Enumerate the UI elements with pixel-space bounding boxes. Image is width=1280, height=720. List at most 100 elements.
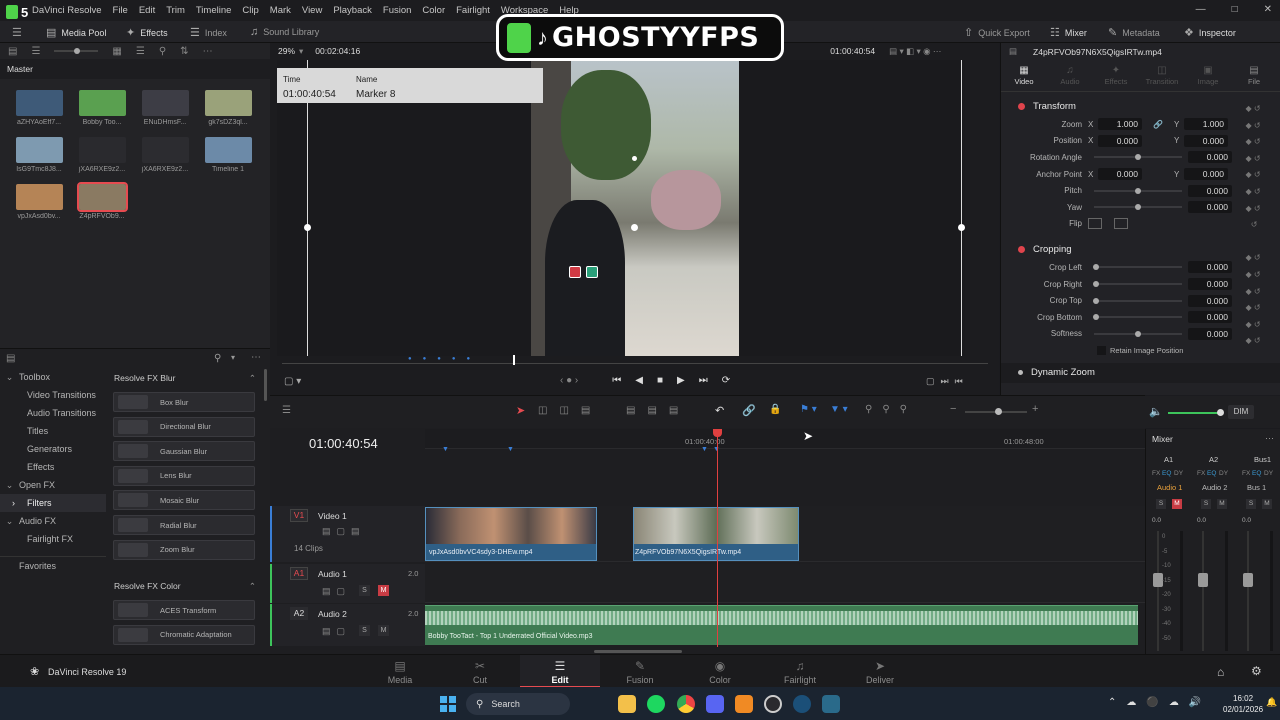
notification-icon[interactable]: 🔔	[1266, 697, 1277, 708]
bin-list-icon[interactable]: ☰	[31, 46, 40, 57]
flip-vertical-icon[interactable]	[1114, 218, 1128, 230]
zoom-x-field[interactable]: 1.000	[1098, 118, 1142, 131]
mute-button[interactable]: M	[1262, 499, 1272, 509]
effect-item[interactable]: Directional Blur	[113, 416, 255, 437]
menu-fairlight[interactable]: Fairlight	[456, 5, 490, 16]
media-clip[interactable]: Z4pRFVOb9...	[76, 182, 128, 220]
tray-icons[interactable]: ⌃☁⚫☁🔊	[1108, 697, 1211, 708]
mute-button[interactable]: M	[1217, 499, 1227, 509]
effect-item[interactable]: Lens Blur	[113, 465, 255, 486]
track-header-a1[interactable]: A1 Audio 1 2.0 ▤▢ S M	[270, 564, 425, 603]
skip-start-icon[interactable]: ⏮	[612, 375, 621, 386]
page-media[interactable]: ▤ Media	[380, 659, 420, 685]
effect-item[interactable]: Gaussian Blur	[113, 441, 255, 462]
home-icon[interactable]: ⌂	[1217, 665, 1224, 679]
volume-icon[interactable]: 🔈	[1149, 405, 1163, 418]
tree-titles[interactable]: Titles	[0, 422, 106, 440]
timeline-view-icon[interactable]: ☰	[282, 405, 291, 416]
menu-fusion[interactable]: Fusion	[383, 5, 412, 16]
insert-tools-icons[interactable]: ▤▤▤	[626, 405, 690, 416]
tree-toolbox[interactable]: ⌄ Toolbox	[0, 368, 106, 386]
track-controls-icons[interactable]: ▤▢▤	[322, 526, 366, 537]
timeline-ruler[interactable]: 01:00:40:00 01:00:48:00	[425, 429, 1145, 449]
transform-handle-rotate[interactable]	[632, 156, 637, 161]
tree-filters[interactable]: › Filters	[0, 494, 106, 512]
chevron-down-icon[interactable]: ▾	[231, 353, 235, 362]
selection-tool-icon[interactable]: ➤	[516, 404, 525, 417]
menu-trim[interactable]: Trim	[166, 5, 185, 16]
playhead-handle[interactable]	[713, 429, 722, 437]
marker-icon[interactable]: ▼ ▾	[830, 404, 848, 415]
viewer-nav-icons[interactable]: ▢⏭⏮	[926, 376, 969, 387]
file-explorer-icon[interactable]	[618, 695, 636, 713]
media-clip[interactable]: jXA6RXE9z2...	[139, 137, 191, 173]
tree-audio-transitions[interactable]: Audio Transitions	[0, 404, 106, 422]
color-header[interactable]: Resolve FX Color ⌃	[106, 577, 264, 595]
taskbar-search[interactable]: ⚲ Search	[466, 693, 570, 715]
viewer-zoom[interactable]: 29%	[278, 46, 295, 56]
tab-effects[interactable]: ✦ Effects	[1093, 65, 1139, 86]
app-icon[interactable]	[822, 695, 840, 713]
tab-video[interactable]: ▦ Video	[1001, 65, 1047, 86]
gear-icon[interactable]: ⚙	[1251, 664, 1262, 678]
effect-item[interactable]: Chromatic Adaptation	[113, 624, 255, 645]
crop-right-field[interactable]: 0.000	[1188, 278, 1232, 291]
solo-button[interactable]: S	[1156, 499, 1166, 509]
crop-top-field[interactable]: 0.000	[1188, 294, 1232, 307]
chrome-icon[interactable]	[677, 695, 695, 713]
tree-video-transitions[interactable]: Video Transitions	[0, 386, 106, 404]
position-x-field[interactable]: 0.000	[1098, 134, 1142, 147]
position-y-field[interactable]: 0.000	[1184, 134, 1228, 147]
page-edit[interactable]: ☰ Edit	[520, 655, 600, 688]
mute-button[interactable]: M	[378, 585, 389, 596]
panel-toggle-icon[interactable]: ▤	[8, 46, 17, 57]
sort-icon[interactable]: ⇅	[180, 46, 188, 57]
tree-generators[interactable]: Generators	[0, 440, 106, 458]
media-clip[interactable]: Bobby Too...	[76, 90, 128, 126]
crop-bottom-slider[interactable]	[1093, 314, 1182, 321]
tab-audio[interactable]: ♫ Audio	[1047, 65, 1093, 86]
tab-transition[interactable]: ◫ Transition	[1139, 65, 1185, 86]
snap-icon[interactable]: ↶	[715, 404, 724, 417]
track-controls-icons[interactable]: ▤▢	[322, 586, 351, 597]
media-clip[interactable]: gk7sDZ3ql...	[202, 90, 254, 126]
solo-button[interactable]: S	[1246, 499, 1256, 509]
page-fairlight[interactable]: ♫ Fairlight	[780, 659, 820, 685]
metadata-button[interactable]: ✎ Metadata	[1108, 26, 1160, 39]
tree-fairlight-fx[interactable]: Fairlight FX	[0, 530, 106, 548]
yaw-slider[interactable]	[1094, 204, 1182, 211]
page-color[interactable]: ◉ Color	[700, 659, 740, 685]
tab-file[interactable]: ▤ File	[1231, 65, 1277, 86]
menu-playback[interactable]: Playback	[333, 5, 372, 16]
timeline-playhead[interactable]	[717, 429, 718, 647]
minimize-icon[interactable]: —	[1196, 4, 1206, 15]
jog-icon[interactable]: ‹ ● ›	[560, 375, 578, 386]
quick-export-button[interactable]: ⇧ Quick Export	[964, 26, 1030, 39]
page-cut[interactable]: ✂ Cut	[460, 659, 500, 685]
link-icon[interactable]: 🔗	[742, 404, 756, 417]
fader-knob[interactable]	[1243, 573, 1253, 587]
menu-clip[interactable]: Clip	[242, 5, 258, 16]
mixer-button[interactable]: ☷ Mixer	[1050, 26, 1087, 39]
loop-icon[interactable]: ⟳	[722, 375, 730, 386]
flip-horizontal-icon[interactable]	[1088, 218, 1102, 230]
mute-button[interactable]: M	[378, 625, 389, 636]
media-clip[interactable]: vpJxAsd0bv...	[13, 184, 65, 220]
page-fusion[interactable]: ✎ Fusion	[620, 659, 660, 685]
crop-top-slider[interactable]	[1093, 297, 1182, 304]
effects-button[interactable]: ✦ Effects	[126, 26, 168, 39]
menu-file[interactable]: File	[113, 5, 128, 16]
dynamic-zoom-section[interactable]: Dynamic Zoom	[1001, 362, 1280, 383]
track-controls-icons[interactable]: ▤▢	[322, 626, 351, 637]
maximize-icon[interactable]: □	[1232, 4, 1238, 15]
thumb-size-slider[interactable]	[54, 48, 99, 54]
stop-icon[interactable]: ■	[657, 375, 663, 386]
enable-dot-icon[interactable]	[1018, 370, 1023, 376]
effect-item[interactable]: Radial Blur	[113, 515, 255, 535]
page-deliver[interactable]: ➤ Deliver	[860, 659, 900, 685]
tree-open-fx[interactable]: ⌄ Open FX	[0, 476, 106, 494]
zoom-tools-icons[interactable]: ⚲⚲⚲	[865, 404, 917, 415]
menu-edit[interactable]: Edit	[139, 5, 155, 16]
list-view-icon[interactable]: ☰	[136, 46, 145, 57]
media-clip[interactable]: jXA6RXE9z2...	[76, 137, 128, 173]
